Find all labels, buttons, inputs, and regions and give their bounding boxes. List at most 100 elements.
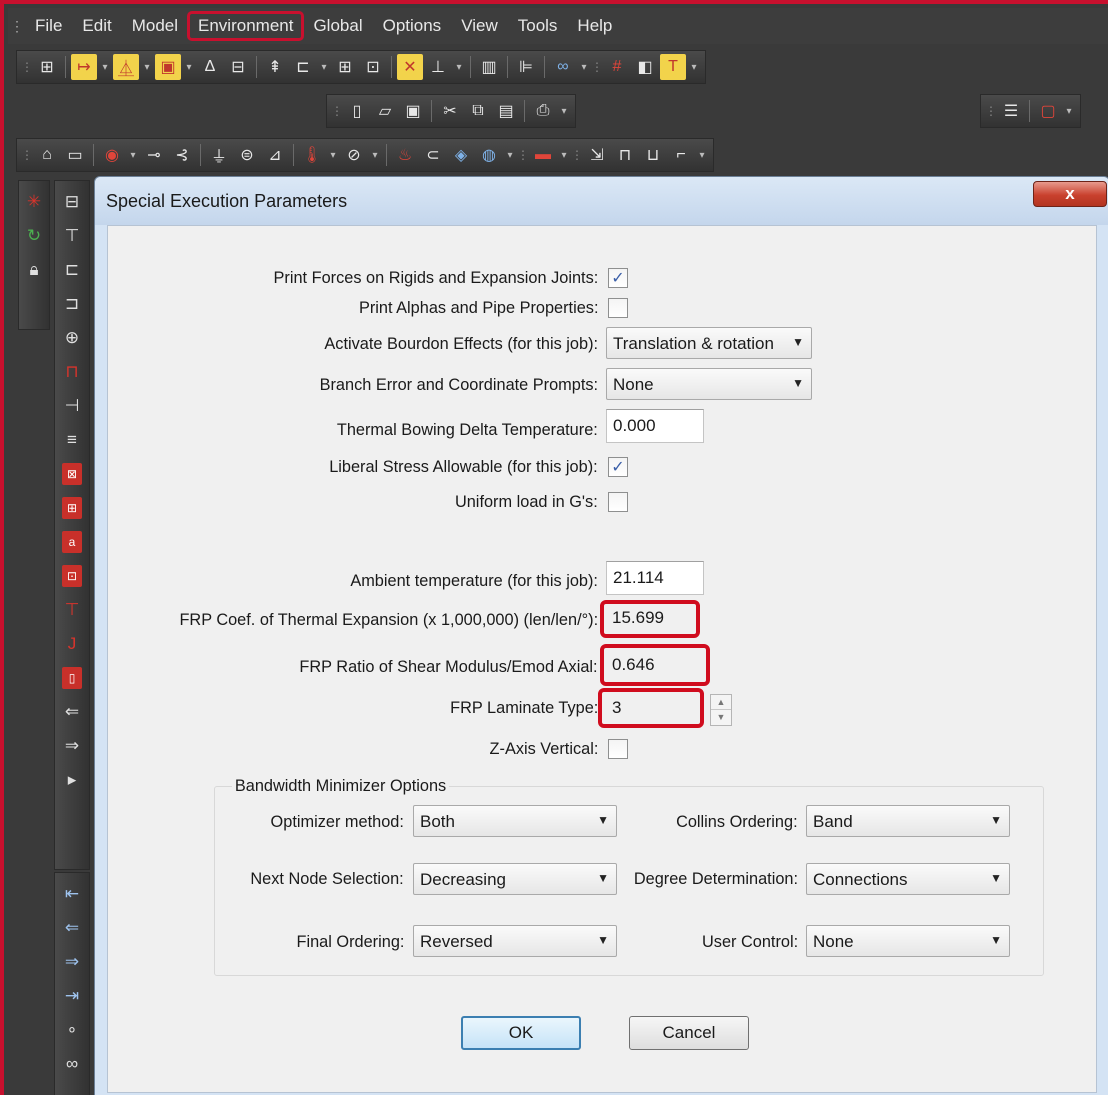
cancel-button[interactable]: Cancel <box>629 1016 749 1050</box>
xyz-axis-icon[interactable]: ✕ <box>397 54 423 80</box>
gauge-icon[interactable]: ⊘ <box>341 142 367 168</box>
paste-icon[interactable]: ▤ <box>493 98 519 124</box>
hanger-icon[interactable]: ⊓ <box>58 355 86 389</box>
print-alphas-checkbox[interactable] <box>608 298 628 318</box>
open-folder-icon[interactable]: ▱ <box>372 98 398 124</box>
z-axis-checkbox[interactable] <box>608 739 628 759</box>
hash-icon[interactable]: # <box>604 54 630 80</box>
temperature-icon[interactable]: 🌡 <box>299 142 325 168</box>
spin-down-icon[interactable]: ▼ <box>711 710 731 725</box>
cut-icon[interactable]: ✂ <box>437 98 463 124</box>
degree-determination-select[interactable]: Connections ▼ <box>806 863 1010 895</box>
compressor-icon[interactable]: ◍ <box>476 142 502 168</box>
weight-icon[interactable]: ⏚ <box>206 142 232 168</box>
menu-grip-icon[interactable]: ⋮ <box>8 8 26 44</box>
menu-environment[interactable]: Environment <box>187 11 305 41</box>
dropdown-arrow-icon[interactable]: ▾ <box>318 54 330 80</box>
bracket-icon[interactable]: ⊔ <box>640 142 666 168</box>
menu-global[interactable]: Global <box>304 13 371 39</box>
dimension-icon[interactable]: ↦ <box>71 54 97 80</box>
next-node-select[interactable]: Decreasing ▼ <box>413 863 617 895</box>
node-dots-icon[interactable]: ∘ <box>58 1013 86 1047</box>
blue-pump-icon[interactable]: ◈ <box>448 142 474 168</box>
dropdown-arrow-icon[interactable]: ▾ <box>141 54 153 80</box>
binoculars-icon[interactable]: ∞ <box>550 54 576 80</box>
list-view-icon[interactable]: ☰ <box>998 98 1024 124</box>
liberal-stress-checkbox[interactable]: ✓ <box>608 457 628 477</box>
monitor-icon[interactable]: ▣ <box>155 54 181 80</box>
hammer-icon[interactable]: T <box>660 54 686 80</box>
restraint-element-icon[interactable]: ⊠ <box>58 457 86 491</box>
menu-tools[interactable]: Tools <box>509 13 567 39</box>
print-icon[interactable]: ⎙ <box>530 98 556 124</box>
uniform-load-checkbox[interactable] <box>608 492 628 512</box>
toolbar-grip-icon[interactable]: ⋮ <box>591 60 603 74</box>
document-icon[interactable]: ▢ <box>1035 98 1061 124</box>
dropdown-arrow-icon[interactable]: ▾ <box>578 54 590 80</box>
forward-arrow-icon[interactable]: ⇒ <box>58 729 86 763</box>
spin-up-icon[interactable]: ▲ <box>711 695 731 710</box>
screen-icon[interactable]: ▭ <box>62 142 88 168</box>
fire-icon[interactable]: ♨ <box>392 142 418 168</box>
next-element-icon[interactable]: ⇒ <box>58 945 86 979</box>
dropdown-arrow-icon[interactable]: ▾ <box>127 142 139 168</box>
new-file-icon[interactable]: ▯ <box>344 98 370 124</box>
hook-icon[interactable]: J <box>58 627 86 661</box>
list-icon[interactable]: ▥ <box>476 54 502 80</box>
table-icon[interactable]: ⊞ <box>332 54 358 80</box>
allowables-icon[interactable]: a <box>58 525 86 559</box>
final-ordering-select[interactable]: Reversed ▼ <box>413 925 617 957</box>
restraint-icon[interactable]: ⊟ <box>225 54 251 80</box>
dropdown-arrow-icon[interactable]: ▾ <box>1063 98 1075 124</box>
collapse-icon[interactable]: ▸ <box>58 763 86 797</box>
menu-help[interactable]: Help <box>568 13 621 39</box>
dropdown-arrow-icon[interactable]: ▾ <box>99 54 111 80</box>
node-icon[interactable]: ⊸ <box>141 142 167 168</box>
node-number-icon[interactable]: ∞ <box>58 1047 86 1081</box>
toolbar-grip-icon[interactable]: ⋮ <box>517 148 529 162</box>
dropdown-arrow-icon[interactable]: ▾ <box>453 54 465 80</box>
display-icon[interactable]: ⊡ <box>360 54 386 80</box>
toolbar-grip-icon[interactable]: ⋮ <box>985 104 997 118</box>
toolbar-grip-icon[interactable]: ⋮ <box>21 60 33 74</box>
dialog-title-bar[interactable]: Special Execution Parameters x <box>95 177 1108 225</box>
displacement-icon[interactable]: ⊞ <box>58 491 86 525</box>
user-control-select[interactable]: None ▼ <box>806 925 1010 957</box>
dropdown-arrow-icon[interactable]: ▾ <box>369 142 381 168</box>
sif-icon[interactable]: ⊡ <box>58 559 86 593</box>
dropdown-arrow-icon[interactable]: ▾ <box>558 98 570 124</box>
dropdown-arrow-icon[interactable]: ▾ <box>558 142 570 168</box>
branch-error-select[interactable]: None ▼ <box>606 368 812 400</box>
corner-icon[interactable]: ⌐ <box>668 142 694 168</box>
cylinder-icon[interactable]: ⊂ <box>420 142 446 168</box>
first-element-icon[interactable]: ⇤ <box>58 877 86 911</box>
menu-options[interactable]: Options <box>374 13 451 39</box>
optimizer-method-select[interactable]: Both ▼ <box>413 805 617 837</box>
dropdown-arrow-icon[interactable]: ▾ <box>183 54 195 80</box>
anchor-icon[interactable]: ⊥ <box>425 54 451 80</box>
menu-file[interactable]: File <box>26 13 71 39</box>
valve-icon[interactable]: ⏅ <box>113 54 139 80</box>
edit-icon[interactable]: ⌂ <box>34 142 60 168</box>
flag-icon[interactable]: ⊫ <box>513 54 539 80</box>
expansion-icon[interactable]: ⊏ <box>290 54 316 80</box>
lock-icon[interactable]: 🔒︎ <box>20 253 48 287</box>
menu-view[interactable]: View <box>452 13 507 39</box>
pipe-icon[interactable]: ⇞ <box>262 54 288 80</box>
line-icon[interactable]: ≡ <box>58 423 86 457</box>
toolbar-grip-icon[interactable]: ⋮ <box>21 148 33 162</box>
cube-icon[interactable]: ◧ <box>632 54 658 80</box>
node-box-icon[interactable]: ▯ <box>58 661 86 695</box>
dropdown-arrow-icon[interactable]: ▾ <box>688 54 700 80</box>
save-icon[interactable]: ▣ <box>400 98 426 124</box>
collins-ordering-select[interactable]: Band ▼ <box>806 805 1010 837</box>
asterisk-icon[interactable]: ✳ <box>20 185 48 219</box>
bend-element-icon[interactable]: ⊏ <box>58 253 86 287</box>
dropdown-arrow-icon[interactable]: ▾ <box>696 142 708 168</box>
flange-element-icon[interactable]: ⊕ <box>58 321 86 355</box>
wind-icon[interactable]: ⊤ <box>58 593 86 627</box>
ok-button[interactable]: OK <box>461 1016 581 1050</box>
ambient-temp-input[interactable]: 21.114 <box>606 561 704 595</box>
back-arrow-icon[interactable]: ⇐ <box>58 695 86 729</box>
thermal-bowing-input[interactable]: 0.000 <box>606 409 704 443</box>
